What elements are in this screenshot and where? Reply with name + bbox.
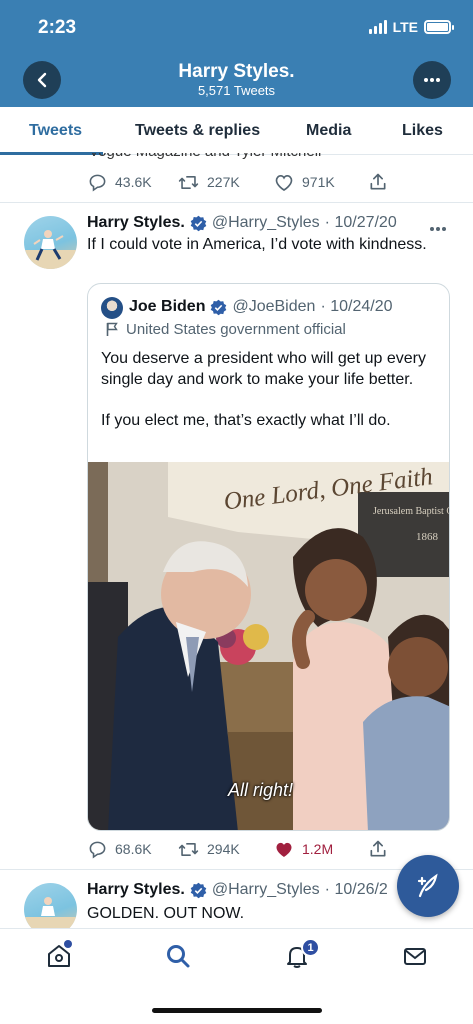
profile-header: 2:23 LTE Harry Styles. 5,571 Tweets [0,0,473,107]
tweet-options-button[interactable] [429,219,447,237]
status-indicators: LTE [368,19,454,35]
church-plaque-text: Jerusalem Baptist Church [373,506,450,517]
government-label-text: United States government official [126,321,346,338]
next-tweet-header: Harry Styles. @Harry_Styles · 10/26/2 [87,881,388,899]
retweet-count: 294K [207,841,240,857]
author-name[interactable]: Harry Styles. [87,881,185,899]
compose-tweet-button[interactable] [397,855,459,917]
home-unread-dot [64,940,72,948]
reply-count: 43.6K [115,174,152,190]
tab-tweets[interactable]: Tweets [29,122,82,140]
tweet-header: Harry Styles. @Harry_Styles · 10/27/20 [87,214,397,232]
quoted-text-paragraph-2: If you elect me, that’s exactly what I’l… [101,412,391,429]
compose-feather-icon [417,873,438,898]
quoted-avatar [101,297,123,319]
retweet-icon [178,175,199,189]
media-photo: Jerusalem Baptist Church 1868 One Lord, … [88,462,450,830]
author-handle[interactable]: @Harry_Styles [212,214,320,232]
tweet-date: · 10/26/2 [324,881,388,898]
tweet-actions: 68.6K 294K 1.2M [88,838,388,860]
profile-name: Harry Styles. [178,61,295,82]
tweet-text: If I could vote in America, I’d vote wit… [87,236,427,253]
reply-button[interactable]: 68.6K [88,840,152,859]
author-name[interactable]: Harry Styles. [87,214,185,232]
battery-icon [424,20,454,34]
church-plaque-year: 1868 [416,531,439,543]
quoted-header: Joe Biden @JoeBiden · 10/24/20 [129,298,393,316]
status-time: 2:23 [38,17,77,38]
like-count: 1.2M [302,841,334,857]
flag-icon [106,322,118,336]
ellipsis-icon [430,227,446,231]
retweet-count: 227K [207,174,240,190]
reply-icon [89,841,106,859]
government-label: United States government official [106,321,346,338]
tab-media[interactable]: Media [306,122,351,140]
verified-icon [190,882,207,898]
quoted-tweet[interactable]: Joe Biden @JoeBiden · 10/24/20 United St… [87,283,450,831]
tweet-count: 5,571 Tweets [197,83,276,98]
share-button[interactable] [368,839,388,859]
quoted-text: You deserve a president who will get up … [101,348,441,431]
quoted-date: · 10/24/20 [320,298,393,315]
verified-icon [211,299,227,315]
author-handle[interactable]: @Harry_Styles [212,881,320,899]
share-button[interactable] [368,172,388,192]
share-icon [370,173,386,190]
ellipsis-icon [424,78,440,82]
reply-icon [89,174,106,192]
quoted-text-paragraph-1: You deserve a president who will get up … [101,350,426,388]
like-button[interactable]: 971K [274,173,335,192]
notification-badge: 1 [301,938,320,957]
like-count: 971K [302,174,335,190]
verified-icon [190,215,207,231]
home-indicator [152,1008,322,1013]
profile-tabs: Tweets Tweets & replies Media Likes [0,107,473,155]
active-tab-indicator [0,152,103,155]
next-tweet-text: GOLDEN. OUT NOW. [87,905,245,922]
quoted-author-name: Joe Biden [129,298,206,315]
media-caption: All right! [228,780,294,800]
retweet-button[interactable]: 294K [178,840,240,859]
search-icon [167,945,190,968]
retweet-button[interactable]: 227K [178,173,240,192]
heart-filled-icon [276,842,292,857]
tweet-date: · 10/27/20 [324,214,397,231]
heart-icon [275,174,293,191]
messages-tab[interactable] [402,943,428,974]
tab-tweets-replies[interactable]: Tweets & replies [135,122,260,140]
like-button[interactable]: 1.2M [274,840,333,859]
quoted-handle: @JoeBiden [232,298,316,315]
reply-count: 68.6K [115,841,152,857]
avatar[interactable] [24,216,77,269]
share-icon [370,840,386,857]
previous-tweet-actions: 43.6K 227K 971K [88,171,388,193]
divider [0,202,473,203]
signal-icon [368,20,387,34]
network-label: LTE [392,19,418,35]
more-button[interactable] [413,61,451,99]
quoted-media[interactable]: Jerusalem Baptist Church 1868 One Lord, … [88,462,450,830]
search-tab[interactable] [165,943,191,974]
tab-likes[interactable]: Likes [402,122,443,140]
reply-button[interactable]: 43.6K [88,173,152,192]
retweet-icon [178,842,199,856]
mail-icon [404,948,426,965]
